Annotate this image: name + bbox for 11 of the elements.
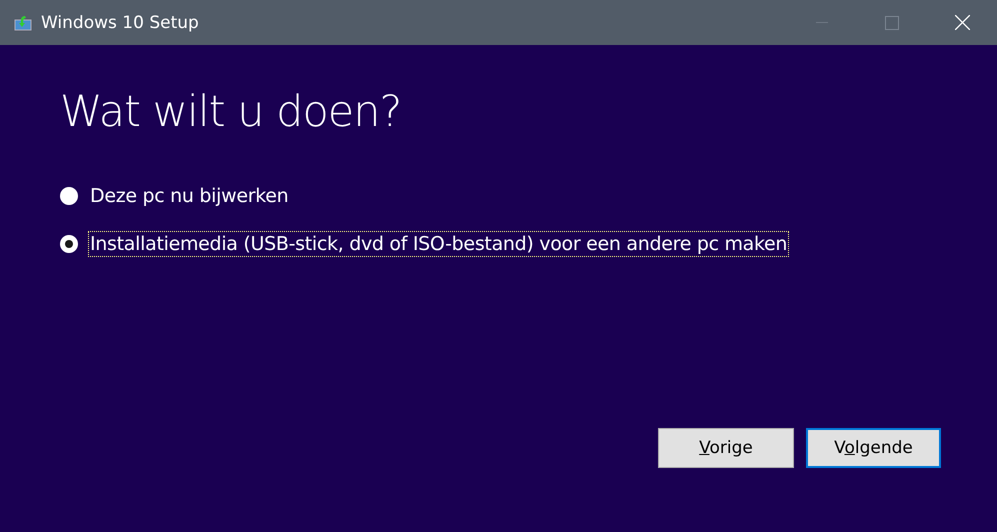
setup-icon (14, 14, 32, 30)
option-label[interactable]: Installatiemedia (USB-stick, dvd of ISO-bestand) voor een andere pc maken (88, 231, 790, 257)
maximize-icon (885, 16, 899, 30)
back-button[interactable]: Vorige (658, 428, 794, 468)
radio-button[interactable] (60, 187, 78, 205)
radio-button[interactable] (60, 235, 78, 253)
next-button[interactable]: Volgende (806, 428, 941, 468)
option-label[interactable]: Deze pc nu bijwerken (88, 183, 290, 209)
page-heading: Wat wilt u doen? (60, 87, 402, 137)
window-title: Windows 10 Setup (41, 12, 200, 32)
close-icon (954, 15, 970, 30)
